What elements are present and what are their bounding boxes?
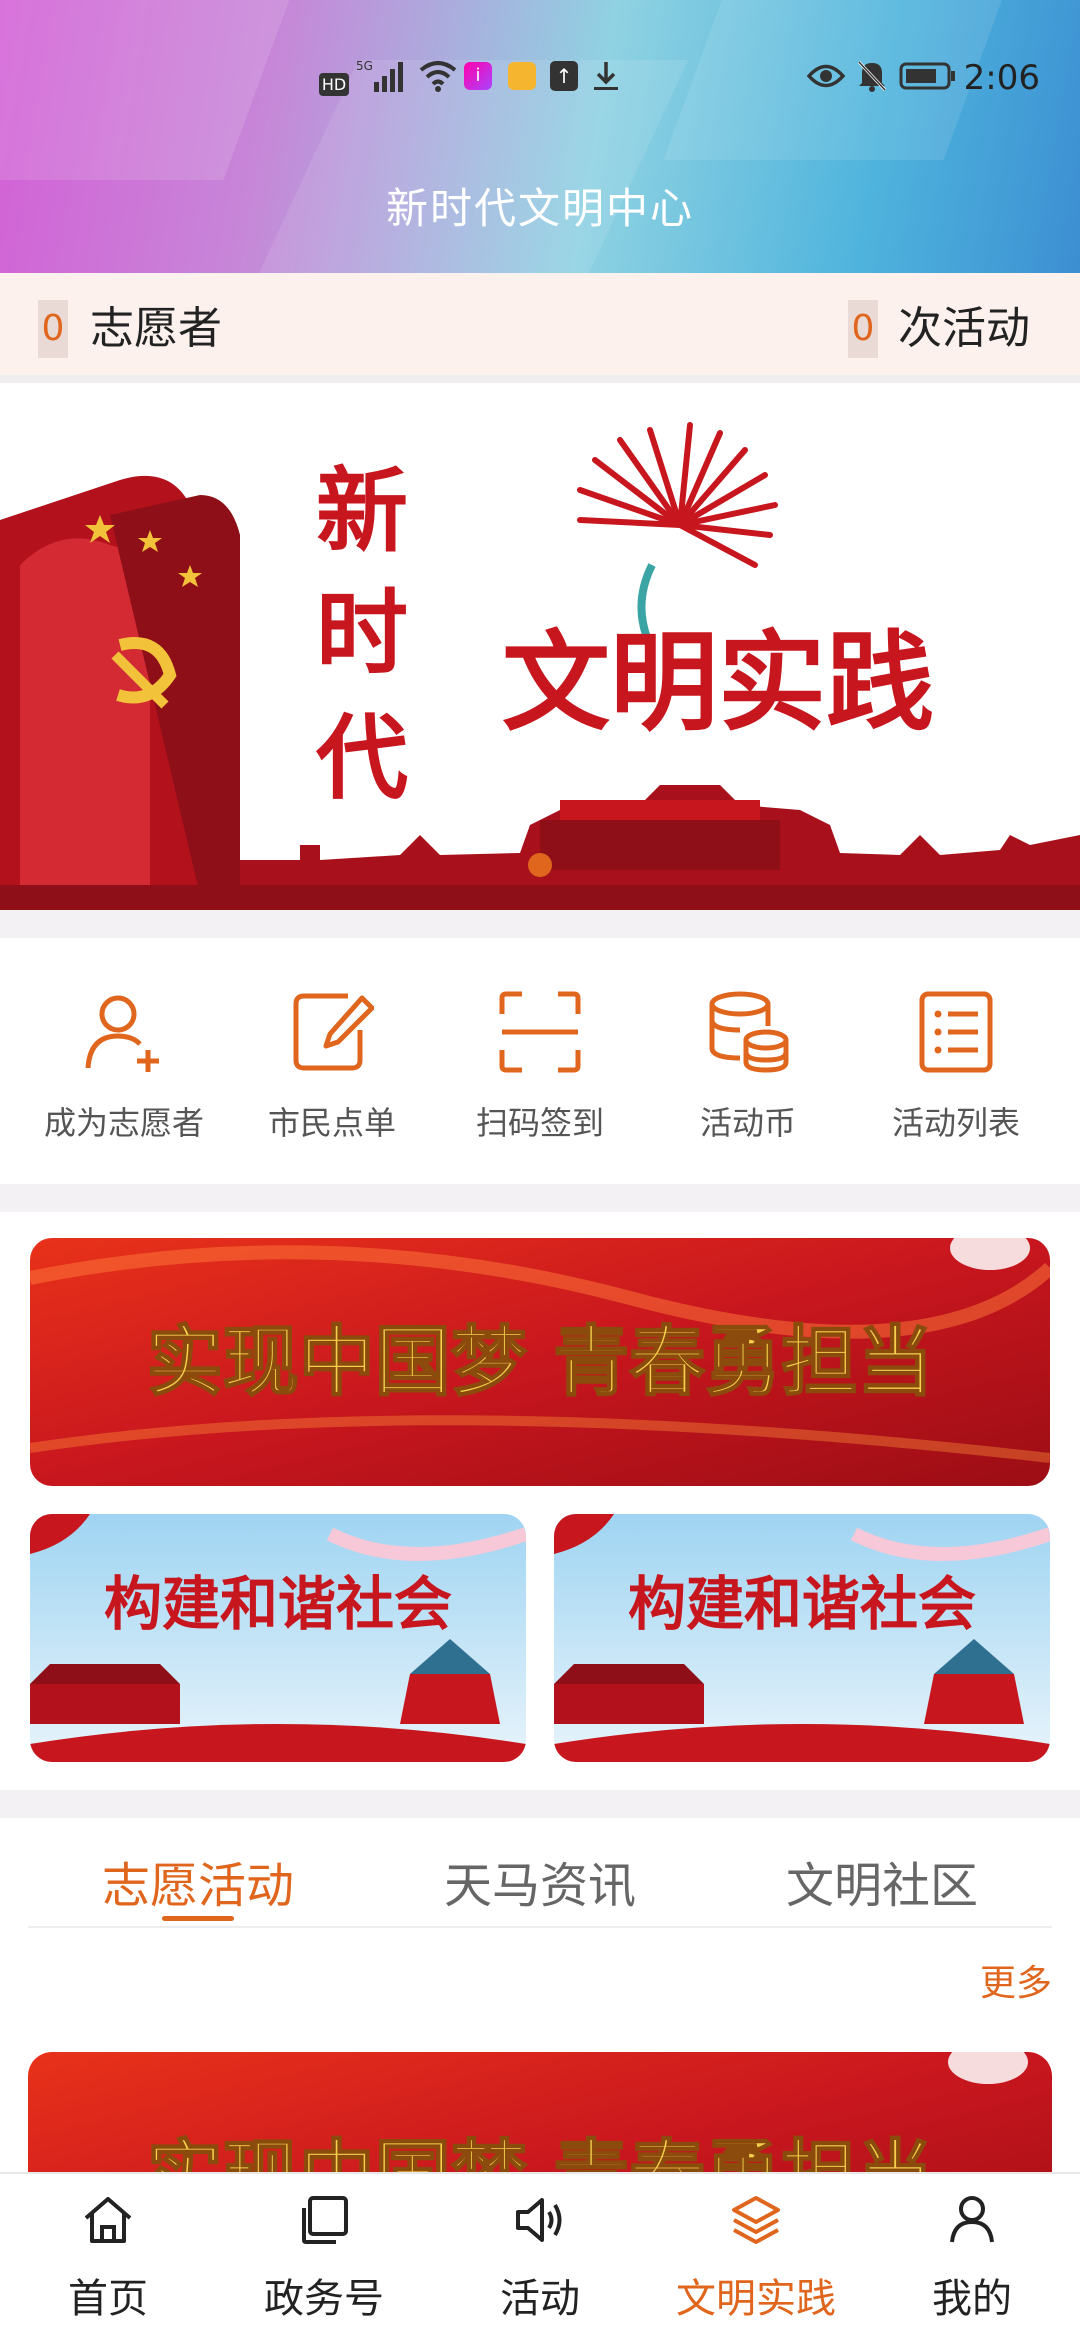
mute-bell-icon — [854, 56, 890, 96]
add-user-icon — [85, 995, 159, 1072]
section-divider — [0, 910, 1080, 938]
promo-banner-image: 实现中国梦 青春勇担当 — [30, 1238, 1050, 1486]
status-bar: HD 5G i ↑ 2:06 — [0, 56, 1080, 104]
scan-icon — [499, 991, 581, 1073]
quick-action-activity-list[interactable]: 活动列表 — [848, 938, 1064, 1184]
more-link[interactable]: 更多 — [980, 1954, 1052, 2006]
promo-banner-harmony[interactable]: 构建和谐社会 — [30, 1514, 526, 1762]
quick-action-become-volunteer[interactable]: 成为志愿者 — [16, 938, 232, 1184]
tab-divider — [28, 1926, 1052, 1928]
nav-civilization-practice[interactable]: 文明实践 — [648, 2174, 864, 2342]
page-title: 新时代文明中心 — [385, 184, 694, 233]
banner-main-text: 文明实践 — [502, 620, 934, 746]
quick-action-label: 成为志愿者 — [43, 1104, 204, 1142]
nav-label: 首页 — [68, 2276, 148, 2322]
coins-icon — [709, 991, 789, 1073]
nav-label: 我的 — [932, 2276, 1012, 2322]
activities-count: 0 — [848, 300, 878, 358]
banner-vertical-char: 代 — [315, 705, 408, 812]
section-divider — [0, 1790, 1080, 1818]
hd-icon: HD — [318, 72, 350, 96]
quick-action-label: 活动列表 — [891, 1104, 1020, 1142]
home-icon — [84, 2197, 132, 2243]
quick-action-label: 市民点单 — [267, 1104, 396, 1142]
eye-icon — [806, 56, 846, 96]
edit-note-icon — [293, 993, 374, 1071]
carousel-indicator[interactable] — [528, 853, 552, 877]
nav-activities[interactable]: 活动 — [432, 2174, 648, 2342]
svg-text:5G: 5G — [356, 59, 373, 73]
app-header: HD 5G i ↑ 2:06 新时代文明中心 — [0, 0, 1080, 273]
layers-icon — [732, 2196, 780, 2244]
nav-government[interactable]: 政务号 — [216, 2174, 432, 2342]
quick-action-scan-checkin[interactable]: 扫码签到 — [432, 938, 648, 1184]
battery-icon — [898, 56, 958, 96]
tab-civilized-community[interactable]: 文明社区 — [712, 1846, 1052, 1916]
app-notification-icon: i — [462, 56, 494, 96]
promo-banner-image: 构建和谐社会 — [30, 1514, 526, 1762]
nav-label: 政务号 — [264, 2276, 384, 2322]
signal-icon: 5G — [352, 56, 412, 96]
user-icon — [950, 2196, 994, 2243]
speaker-icon — [516, 2198, 562, 2242]
list-icon — [919, 991, 993, 1073]
download-icon — [590, 56, 622, 96]
nav-mine[interactable]: 我的 — [864, 2174, 1080, 2342]
quick-actions: 成为志愿者 市民点单 扫码签到 活动币 活动列表 — [0, 938, 1080, 1184]
quick-action-label: 活动币 — [699, 1104, 796, 1142]
nav-label: 文明实践 — [676, 2276, 836, 2322]
copy-icon — [302, 2196, 348, 2244]
active-tab-indicator — [162, 1916, 234, 1921]
quick-action-activity-coins[interactable]: 活动币 — [640, 938, 856, 1184]
promo-small-text: 构建和谐社会 — [628, 1570, 976, 1638]
tab-volunteer-activities[interactable]: 志愿活动 — [28, 1846, 368, 1916]
volunteers-count: 0 — [38, 300, 68, 358]
section-divider — [0, 1184, 1080, 1212]
tab-tianma-news[interactable]: 天马资讯 — [370, 1846, 710, 1916]
hero-banner-image: 新 时 代 文明实践 — [0, 405, 1080, 910]
promo-banner-image: 构建和谐社会 — [554, 1514, 1050, 1762]
nav-home[interactable]: 首页 — [0, 2174, 216, 2342]
content-tabs: 志愿活动 天马资讯 文明社区 — [0, 1818, 1080, 1928]
promo-small-text: 构建和谐社会 — [104, 1570, 452, 1638]
upload-icon: ↑ — [548, 56, 580, 96]
banner-vertical-char: 时 — [316, 580, 408, 687]
wifi-icon — [418, 56, 458, 96]
promo-banner-china-dream[interactable]: 实现中国梦 青春勇担当 — [30, 1238, 1050, 1486]
stats-bar: 0 志愿者 0 次活动 — [0, 273, 1080, 383]
activities-label: 次活动 — [898, 303, 1030, 354]
status-time: 2:06 — [963, 58, 1040, 98]
hero-banner-carousel[interactable]: 新 时 代 文明实践 — [0, 405, 1080, 910]
bottom-navigation: 首页 政务号 活动 文明实践 我的 — [0, 2172, 1080, 2340]
promo-big-text: 实现中国梦 青春勇担当 — [147, 1317, 933, 1406]
banner-vertical-char: 新 — [316, 458, 408, 565]
quick-action-citizen-order[interactable]: 市民点单 — [224, 938, 440, 1184]
volunteers-label: 志愿者 — [90, 303, 222, 354]
promo-banner-harmony[interactable]: 构建和谐社会 — [554, 1514, 1050, 1762]
app-notification-icon — [506, 56, 538, 96]
quick-action-label: 扫码签到 — [475, 1104, 604, 1142]
nav-label: 活动 — [500, 2276, 580, 2322]
